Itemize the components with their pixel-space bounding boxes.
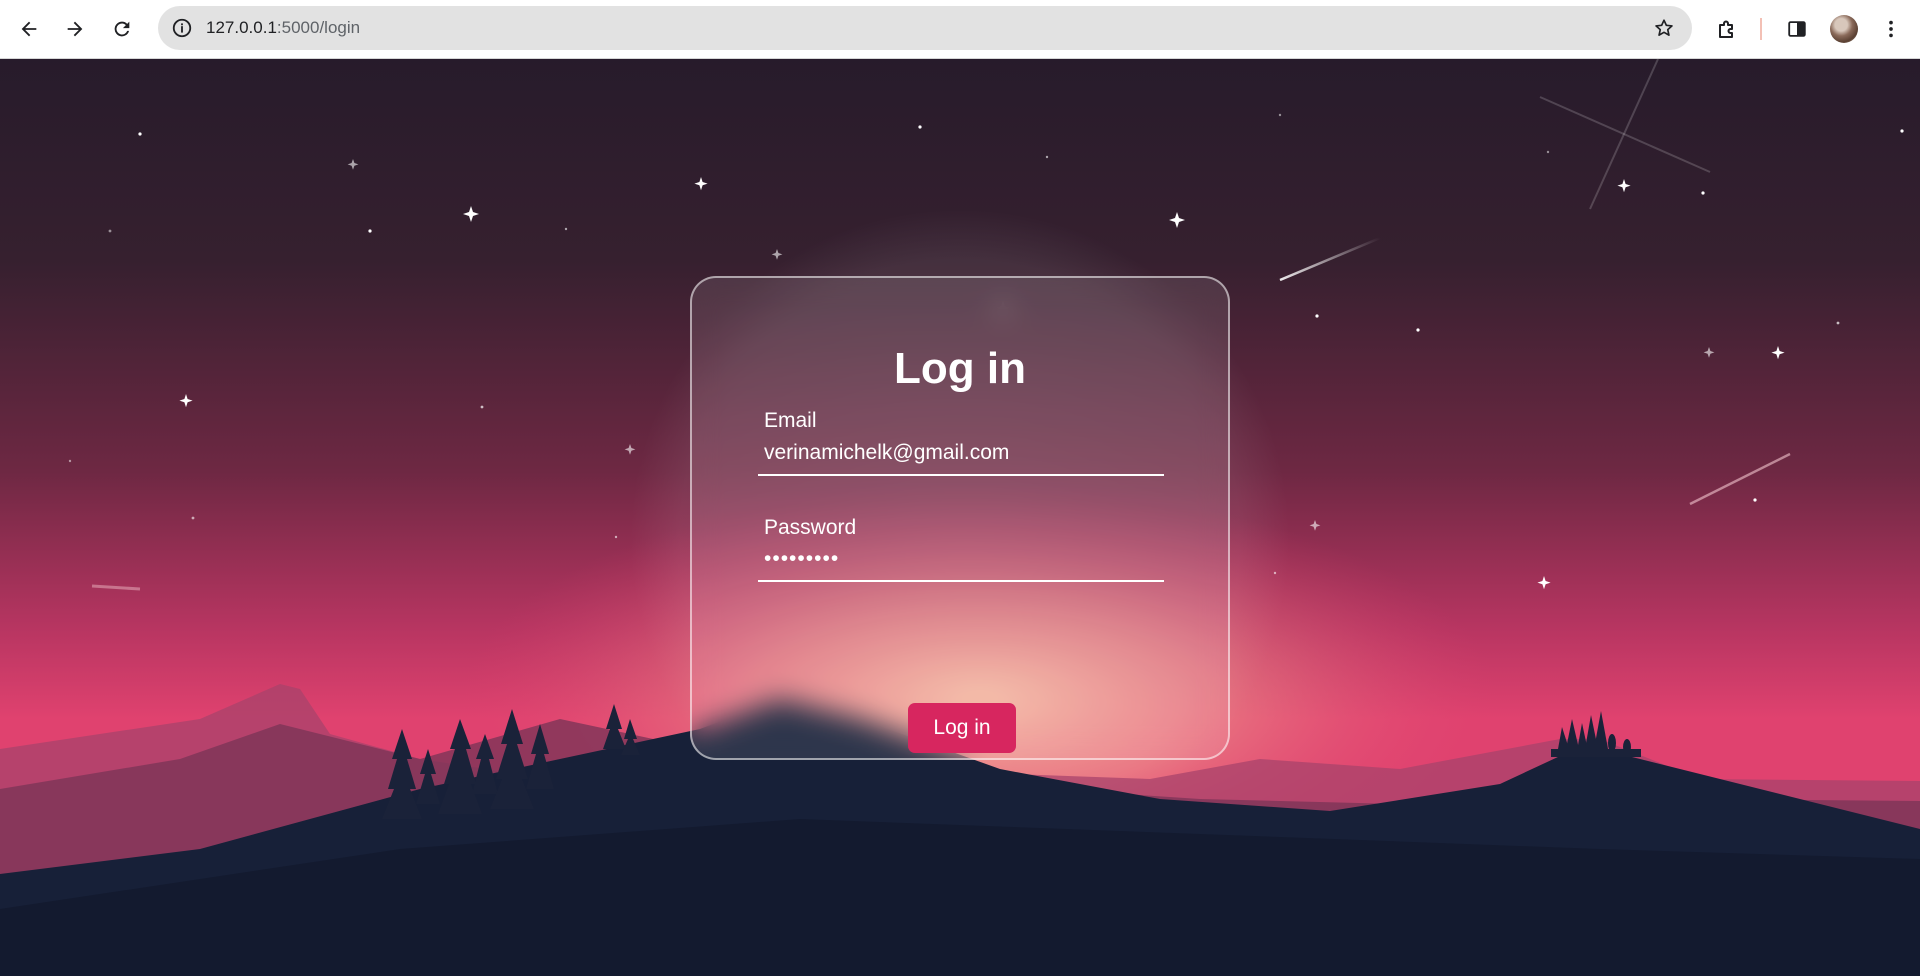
reload-button[interactable] <box>105 12 139 46</box>
side-panel-icon <box>1788 21 1806 37</box>
extensions-button[interactable] <box>1710 12 1744 46</box>
login-button[interactable]: Log in <box>908 703 1016 753</box>
password-field[interactable] <box>758 538 1164 582</box>
star-icon <box>1655 19 1673 36</box>
toolbar-separator <box>1760 18 1762 40</box>
url-path: :5000/login <box>276 18 361 37</box>
browser-toolbar: 127.0.0.1:5000/login <box>0 0 1920 59</box>
email-label: Email <box>764 409 817 432</box>
site-info-button[interactable] <box>166 12 198 44</box>
back-button[interactable] <box>12 12 46 46</box>
email-field[interactable] <box>758 432 1164 476</box>
reload-icon <box>114 21 130 37</box>
url-text[interactable]: 127.0.0.1:5000/login <box>206 6 360 50</box>
login-card: Log in Email Password Log in <box>690 276 1230 760</box>
profile-avatar[interactable] <box>1830 15 1858 43</box>
address-bar[interactable]: 127.0.0.1:5000/login <box>158 6 1692 50</box>
login-title: Log in <box>894 344 1026 393</box>
url-host: 127.0.0.1 <box>206 18 277 37</box>
browser-menu-button[interactable] <box>1874 12 1908 46</box>
bookmark-button[interactable] <box>1648 12 1680 44</box>
arrow-right-icon <box>67 21 83 37</box>
kebab-menu-icon <box>1889 20 1893 38</box>
side-panel-button[interactable] <box>1780 12 1814 46</box>
forward-button[interactable] <box>58 12 92 46</box>
page-viewport: Log in Email Password Log in <box>0 59 1920 976</box>
puzzle-icon <box>1719 20 1733 38</box>
arrow-left-icon <box>21 21 37 37</box>
info-icon <box>172 18 192 38</box>
password-label: Password <box>764 516 857 539</box>
